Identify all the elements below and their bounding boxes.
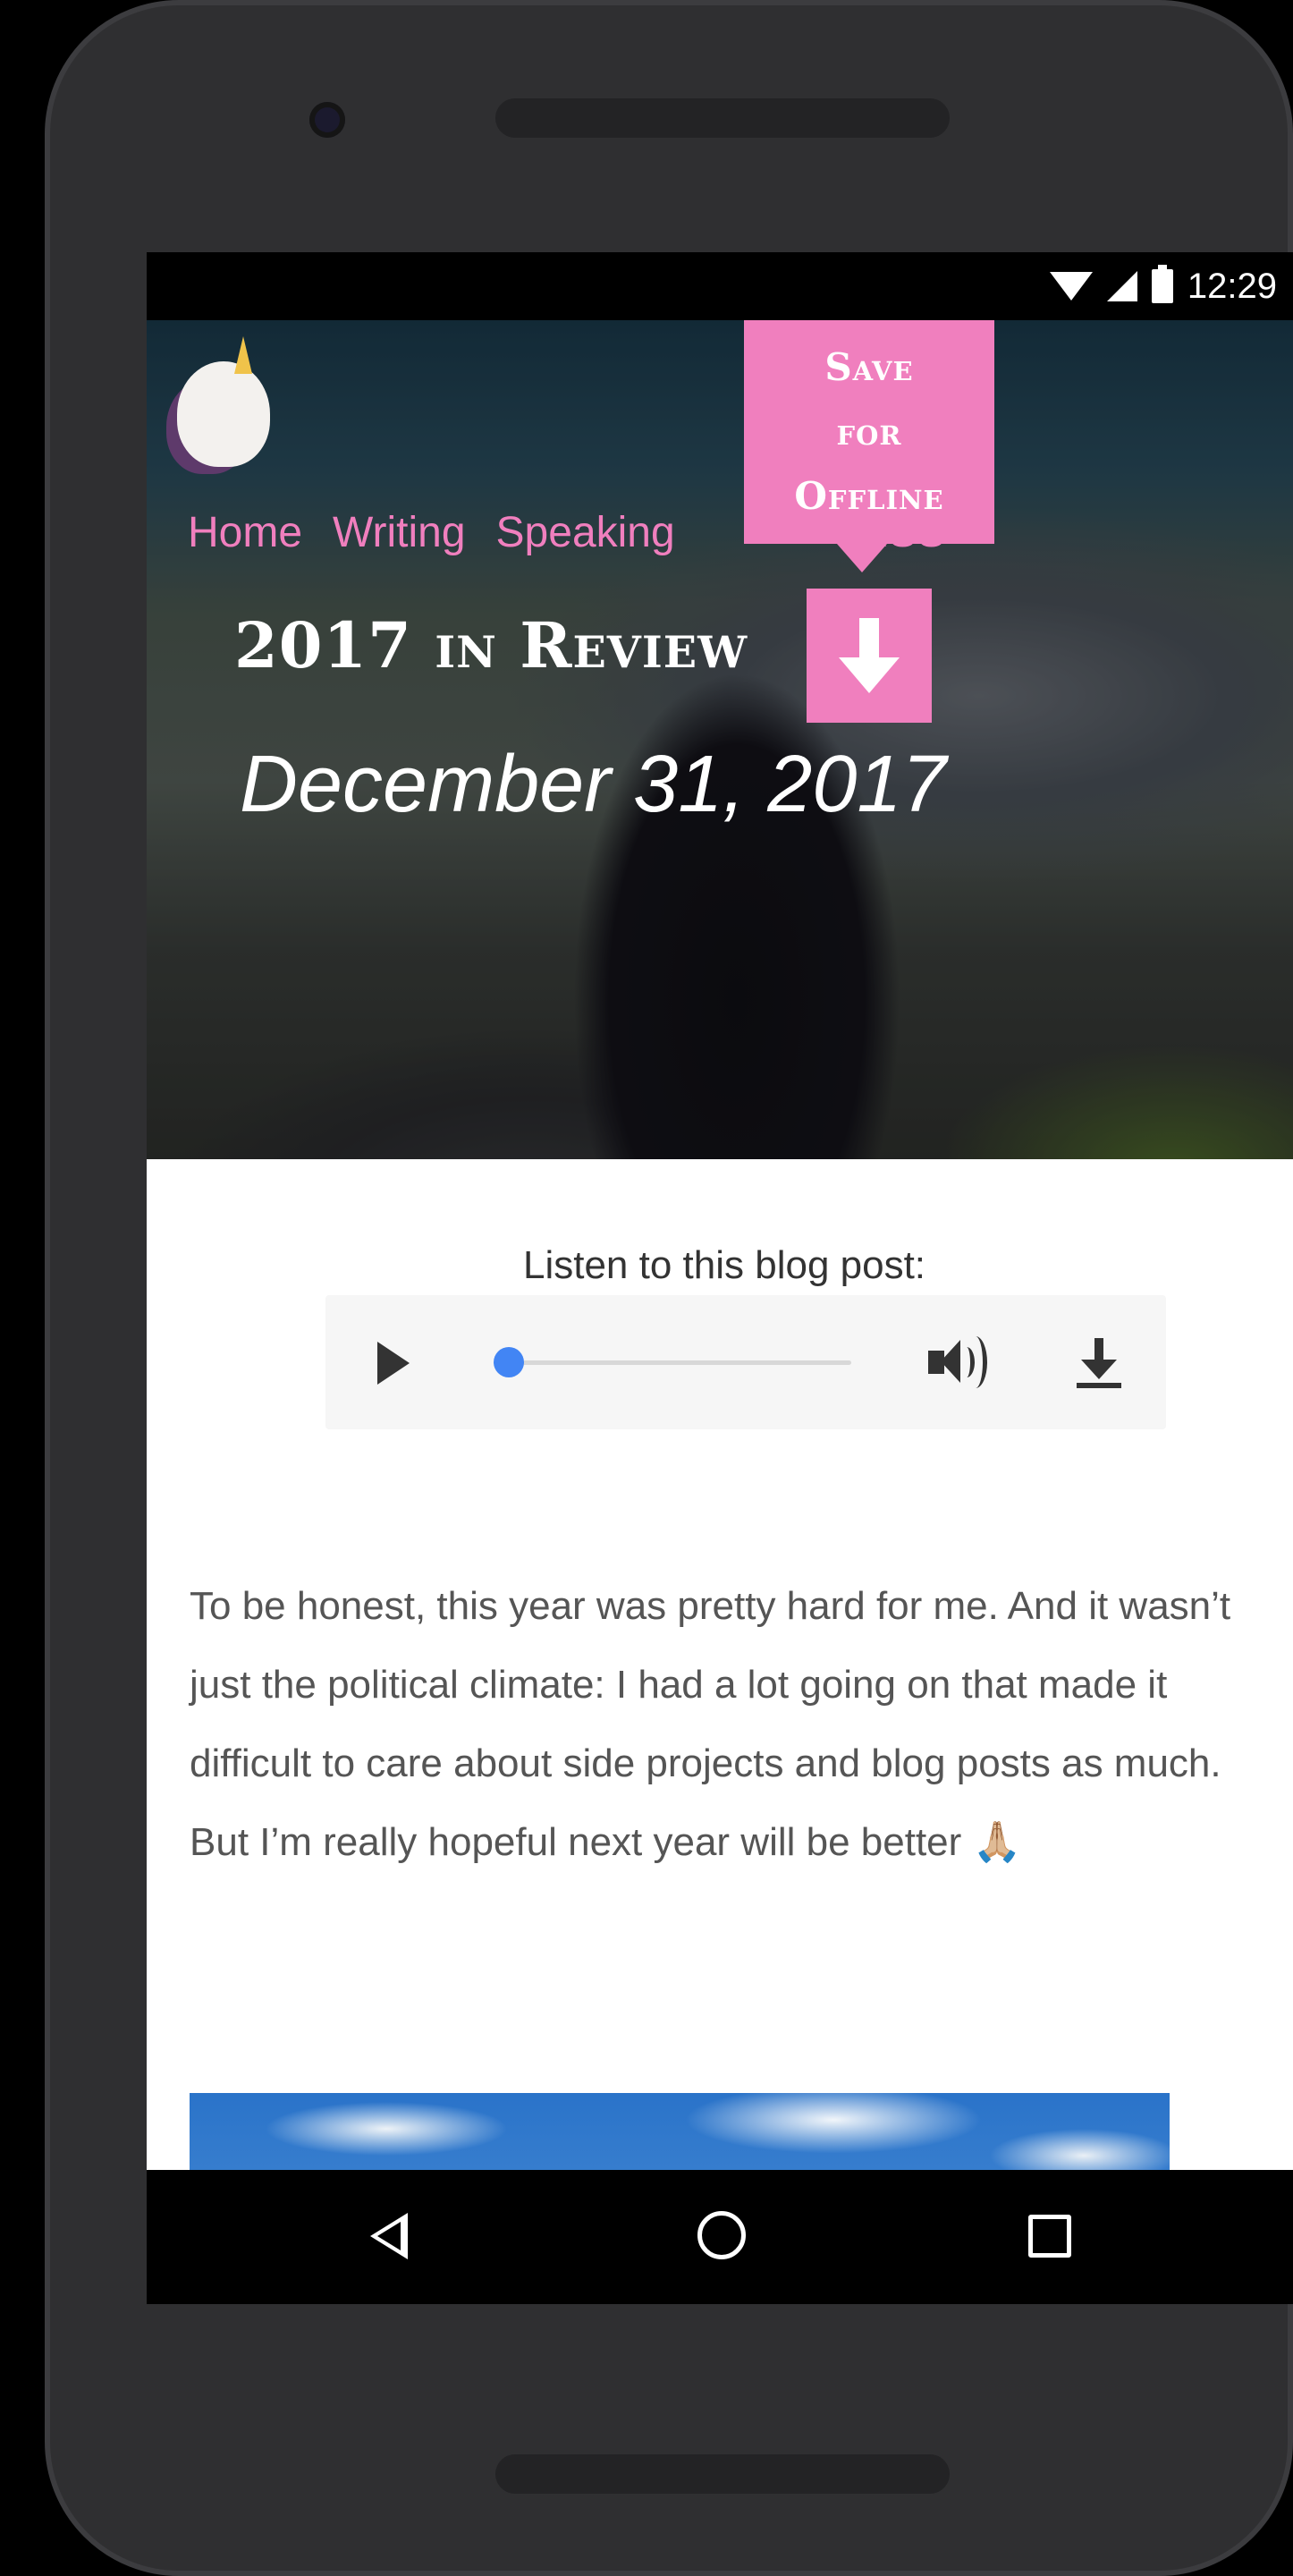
unicorn-head-icon (177, 336, 270, 467)
download-icon[interactable] (1077, 1338, 1121, 1388)
nav-speaking-link[interactable]: Speaking (496, 508, 675, 557)
post-title: 2017 in Review (234, 608, 748, 682)
front-camera (309, 102, 345, 138)
save-offline-tooltip: Save for Offline (744, 320, 994, 544)
tooltip-pointer (837, 544, 887, 572)
status-time: 12:29 (1187, 266, 1277, 306)
back-icon[interactable] (370, 2213, 408, 2259)
save-offline-line2: for (836, 410, 902, 453)
volume-icon[interactable] (928, 1335, 989, 1388)
hero-banner: Home Writing Speaking RSS Save for Offli… (147, 320, 1293, 1159)
wifi-icon (1049, 272, 1093, 301)
signal-icon (1106, 271, 1137, 301)
audio-progress-knob[interactable] (494, 1347, 524, 1377)
post-date: December 31, 2017 (240, 740, 947, 829)
save-offline-line3: Offline (794, 474, 944, 518)
battery-icon (1151, 265, 1173, 303)
top-speaker (495, 98, 950, 138)
phone-frame: 12:29 Home Writing Speaking RSS Save for… (45, 0, 1293, 2576)
bottom-speaker (495, 2454, 950, 2494)
save-offline-button[interactable] (807, 589, 932, 723)
nav-home-link[interactable]: Home (188, 508, 302, 557)
screen: 12:29 Home Writing Speaking RSS Save for… (147, 252, 1293, 2304)
play-icon[interactable] (377, 1342, 410, 1385)
status-bar: 12:29 (147, 252, 1293, 320)
save-offline-line1: Save (824, 345, 914, 389)
audio-progress-track[interactable] (511, 1360, 851, 1365)
nav-writing-link[interactable]: Writing (333, 508, 465, 557)
android-nav-bar (147, 2170, 1293, 2304)
download-arrow-icon (839, 618, 900, 693)
home-icon[interactable] (697, 2211, 746, 2259)
unicorn-horn-icon (234, 336, 252, 374)
audio-player-label: Listen to this blog post: (522, 1243, 926, 1287)
recents-icon[interactable] (1028, 2215, 1071, 2258)
post-body-text: To be honest, this year was pretty hard … (190, 1584, 1231, 1864)
audio-player (325, 1295, 1166, 1429)
unicorn-logo[interactable] (170, 336, 277, 481)
